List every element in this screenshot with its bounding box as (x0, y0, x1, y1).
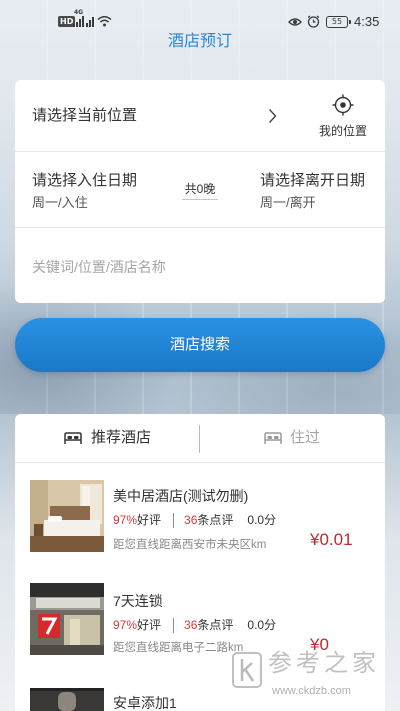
watermark-logo (232, 652, 262, 688)
stats-separator (173, 512, 175, 528)
eye-icon (288, 18, 302, 26)
bed-icon (64, 432, 82, 444)
tab-stayed-label: 住过 (290, 429, 321, 446)
stats-separator (173, 617, 175, 633)
keyword-row (15, 229, 385, 303)
tab-divider (199, 425, 200, 453)
checkin-label: 请选择入住日期 (32, 172, 138, 189)
hotel-score: 0.0分 (247, 513, 277, 527)
rating-label: 好评 (137, 618, 162, 632)
hotel-photo (30, 480, 104, 552)
review-count: 36 (184, 513, 198, 527)
tab-stayed[interactable]: 住过 (201, 414, 385, 462)
hotel-photo (30, 583, 104, 655)
status-bar: HD 4G 55 4:35 (0, 0, 400, 30)
hotel-price: ¥0.01 (310, 530, 353, 549)
nights-count: 共0晚 (182, 181, 218, 200)
review-label: 条点评 (197, 618, 234, 632)
checkout-weekday: 周一/离开 (260, 195, 316, 210)
watermark-url: www.ckdzb.com (272, 685, 351, 697)
hotel-search-button[interactable]: 酒店搜索 (15, 318, 385, 372)
wifi-icon (97, 16, 112, 27)
hotel-score: 0.0分 (247, 618, 277, 632)
review-label: 条点评 (197, 513, 234, 527)
checkin-date-picker[interactable]: 请选择入住日期 周一/入住 (15, 153, 175, 228)
chevron-right-icon (268, 109, 277, 123)
watermark-k-icon (240, 659, 255, 682)
battery-icon: 55 (326, 16, 351, 28)
tab-recommended-label: 推荐酒店 (91, 429, 152, 446)
hotel-distance: 距您直线距离电子二路km (113, 642, 244, 654)
signal-icon (73, 16, 94, 27)
review-count: 36 (184, 618, 198, 632)
hotel-distance: 距您直线距离西安市未央区km (113, 539, 267, 551)
dates-row: 请选择入住日期 周一/入住 共0晚 请选择离开日期 周一/离开 (15, 153, 385, 228)
list-divider (15, 462, 385, 463)
rating-percent: 97% (113, 513, 138, 527)
clock-time: 4:35 (354, 14, 380, 29)
watermark-text: 参考之家 (268, 649, 380, 677)
hotel-name: 7天连锁 (113, 593, 163, 609)
bed-icon (264, 432, 282, 444)
my-location-label: 我的位置 (318, 124, 367, 138)
tab-recommended[interactable]: 推荐酒店 (15, 414, 199, 462)
hotel-stats: 97% 好评 36 条点评 0.0分 (113, 512, 276, 528)
rating-percent: 97% (113, 618, 138, 632)
page-title: 酒店预订 (167, 33, 232, 50)
battery-level: 55 (331, 17, 343, 26)
rating-label: 好评 (137, 513, 162, 527)
hotel-list-item[interactable]: 美中居酒店(测试勿删) 97% 好评 36 条点评 0.0分 距您直线距离西安市… (15, 480, 385, 570)
checkout-date-picker[interactable]: 请选择离开日期 周一/离开 (245, 153, 385, 228)
alarm-icon (307, 15, 320, 28)
hotel-name: 美中居酒店(测试勿删) (113, 488, 249, 504)
checkin-weekday: 周一/入住 (32, 195, 88, 210)
hotel-name: 安卓添加1 (113, 695, 177, 711)
locate-target-icon (332, 94, 354, 116)
my-location-button[interactable]: 我的位置 (313, 92, 373, 144)
hotel-photo (30, 688, 104, 711)
keyword-search-input[interactable] (32, 256, 362, 278)
checkout-label: 请选择离开日期 (260, 172, 366, 189)
location-row[interactable]: 请选择当前位置 我的位置 (15, 80, 385, 152)
search-card: 请选择当前位置 我的位置 请选择入住日期 周一/入住 共0晚 请选择离开日期 周… (15, 80, 385, 303)
location-label: 请选择当前位置 (32, 107, 138, 124)
hotel-stats: 97% 好评 36 条点评 0.0分 (113, 617, 276, 633)
